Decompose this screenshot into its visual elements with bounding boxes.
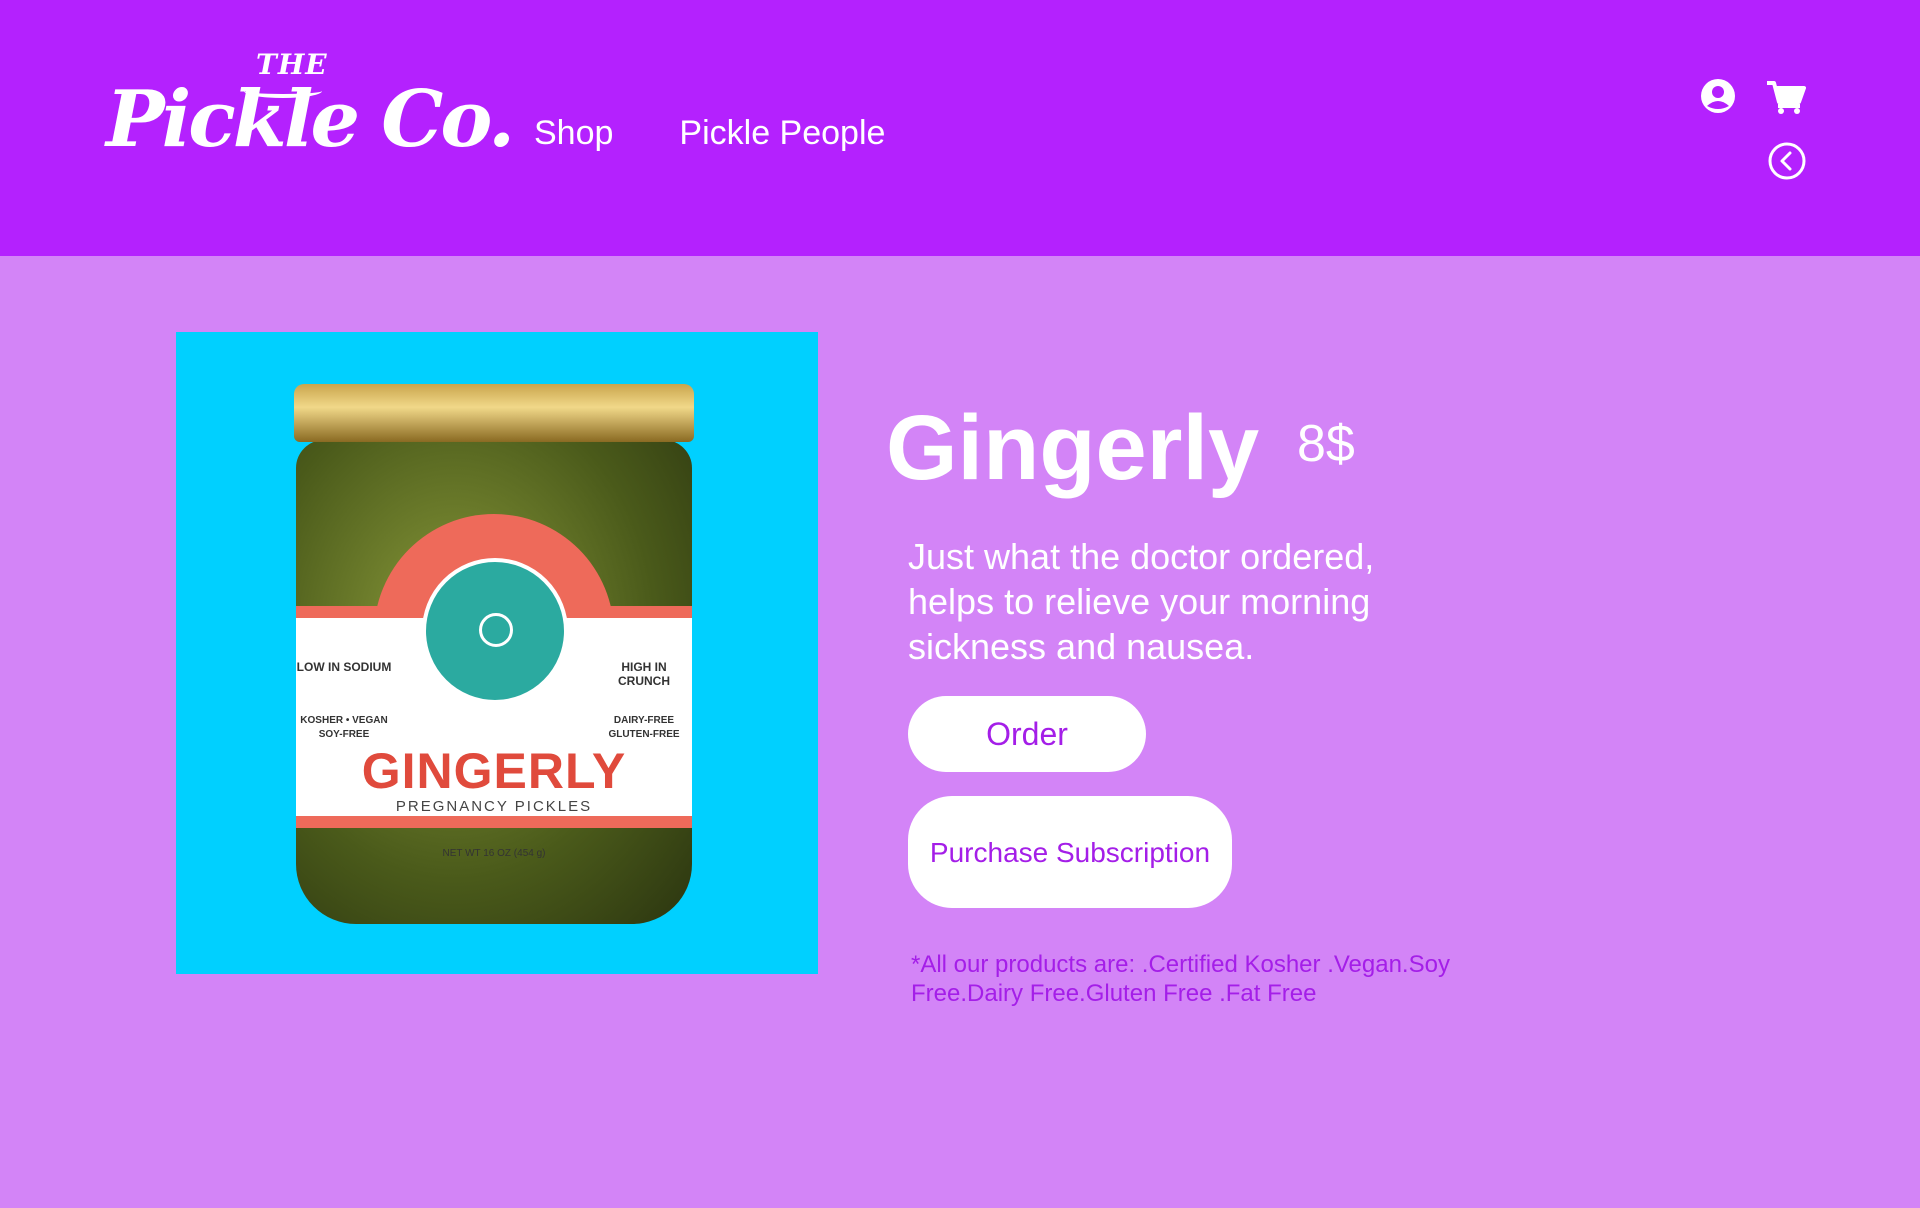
jar-right-bottom-text: DAIRY-FREE GLUTEN-FREE	[608, 715, 680, 740]
brand-logo[interactable]: THE Pickle Co.	[106, 48, 515, 165]
product-certifications-note: *All our products are: .Certified Kosher…	[911, 951, 1450, 1007]
heart-icon	[479, 613, 513, 647]
account-icon[interactable]	[1700, 78, 1736, 114]
purchase-subscription-button[interactable]: Purchase Subscription	[908, 796, 1232, 908]
jar-left-top-text: LOW IN SODIUM	[296, 660, 392, 674]
product-title: Gingerly	[886, 397, 1260, 499]
jar-lid	[294, 384, 694, 442]
jar-right-top-text: HIGH IN CRUNCH	[618, 660, 670, 688]
back-arrow-icon[interactable]	[1768, 142, 1806, 180]
site-header: THE Pickle Co. Shop Pickle People	[0, 0, 1920, 256]
product-price: 8$	[1297, 415, 1355, 473]
nav-shop[interactable]: Shop	[534, 114, 613, 153]
product-image: LOW IN SODIUM HIGH IN CRUNCH KOSHER • VE…	[176, 332, 818, 974]
pickle-jar-illustration: LOW IN SODIUM HIGH IN CRUNCH KOSHER • VE…	[294, 384, 694, 924]
jar-left-bottom-text: KOSHER • VEGAN SOY-FREE	[300, 715, 388, 740]
logo-wordmark: Pickle Co.	[106, 74, 515, 165]
order-button[interactable]: Order	[908, 696, 1146, 772]
main-nav: Shop Pickle People	[534, 114, 885, 153]
jar-product-subtitle: PREGNANCY PICKLES	[395, 798, 593, 815]
jar-product-name: GINGERLY	[361, 743, 627, 799]
cart-icon[interactable]	[1766, 80, 1806, 114]
nav-pickle-people[interactable]: Pickle People	[679, 114, 885, 153]
jar-weight: NET WT 16 OZ (454 g)	[442, 848, 546, 859]
product-description: Just what the doctor ordered, helps to r…	[908, 536, 1375, 667]
